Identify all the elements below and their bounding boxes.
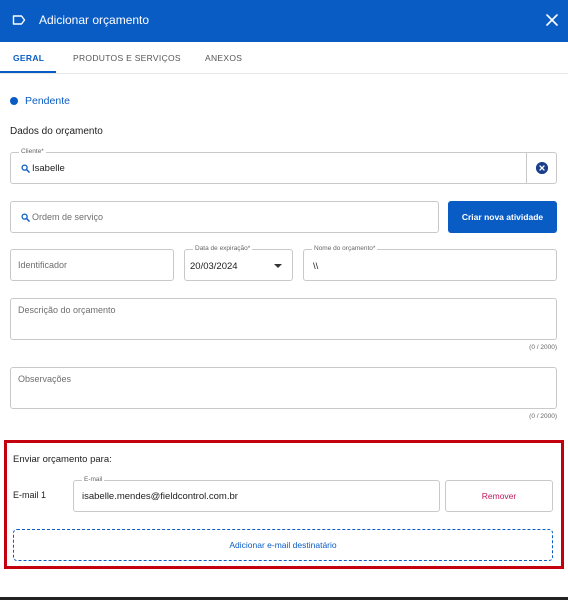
section-title: Dados do orçamento [10,126,103,137]
observations-textarea[interactable]: Observações [10,367,557,409]
budget-name-value: \\ [313,261,319,272]
budget-name-label: Nome do orçamento* [312,245,378,253]
dialog-title: Adicionar orçamento [39,13,150,27]
search-icon [21,164,30,173]
email-field-label: E-mail [82,476,105,484]
email-value: isabelle.mendes@fieldcontrol.com.br [82,491,238,502]
add-recipient-email-button[interactable]: Adicionar e-mail destinatário [13,529,553,561]
search-icon [21,213,30,222]
expiration-date-label: Data de expiração* [193,245,253,253]
clear-client-icon[interactable] [536,162,548,174]
tab-anexos[interactable]: ANEXOS [205,53,242,63]
status-badge: Pendente [10,95,70,107]
client-field[interactable]: Cliente* Isabelle [10,148,557,184]
identifier-placeholder: Identificador [18,260,68,270]
email-row-label: E-mail 1 [13,490,47,500]
service-order-placeholder: Ordem de serviço [32,212,104,222]
observations-char-counter: (0 / 2000) [529,413,557,420]
identifier-field[interactable]: Identificador [10,249,174,281]
description-textarea[interactable]: Descrição do orçamento [10,298,557,340]
budget-name-field[interactable]: Nome do orçamento* \\ [303,245,557,281]
status-dot-icon [10,97,18,105]
tag-icon [12,15,26,25]
tab-geral[interactable]: GERAL [13,53,44,63]
client-field-label: Cliente* [19,148,46,156]
client-value: Isabelle [32,163,65,174]
status-label: Pendente [25,95,70,107]
close-icon[interactable] [545,13,559,27]
description-char-counter: (0 / 2000) [529,344,557,351]
create-activity-button[interactable]: Criar nova atividade [448,201,557,233]
dialog-header: Adicionar orçamento [0,0,568,42]
expiration-date-value: 20/03/2024 [190,261,238,272]
service-order-field[interactable]: Ordem de serviço [10,201,439,233]
remove-email-button[interactable]: Remover [445,480,553,512]
chevron-down-icon[interactable] [274,264,282,268]
observations-placeholder: Observações [18,374,72,384]
send-section-title: Enviar orçamento para: [13,454,112,465]
active-tab-indicator [0,71,56,73]
description-placeholder: Descrição do orçamento [18,305,116,315]
tab-produtos-e-servicos[interactable]: PRODUTOS E SERVIÇOS [73,53,181,63]
email-field[interactable]: E-mail isabelle.mendes@fieldcontrol.com.… [73,476,440,512]
expiration-date-select[interactable]: Data de expiração* 20/03/2024 [184,245,293,281]
client-field-divider [526,153,527,183]
tab-bar: GERAL PRODUTOS E SERVIÇOS ANEXOS [0,42,568,74]
